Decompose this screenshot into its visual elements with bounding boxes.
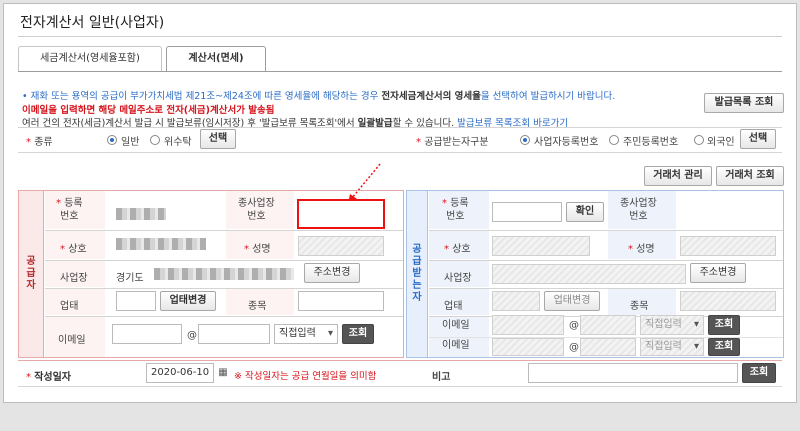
receiver-email1-domain-select[interactable]: 직접입력 xyxy=(640,315,704,335)
supplier-email-domain-select[interactable]: 직접입력 xyxy=(274,324,338,344)
receiver-regno-input[interactable] xyxy=(492,202,562,222)
supplier-business-label: 업태 xyxy=(60,301,79,312)
row-divider xyxy=(18,386,782,387)
receiver-radio-foreigner[interactable] xyxy=(694,135,704,145)
receiver-radio-business[interactable] xyxy=(520,135,530,145)
receiver-item-input[interactable] xyxy=(680,291,776,311)
remark-search-button[interactable]: 조회 xyxy=(742,363,776,383)
receiver-email1-search-button[interactable]: 조회 xyxy=(708,315,740,335)
row-divider xyxy=(18,127,782,128)
receiver-name-label: * 성명 xyxy=(628,244,655,255)
client-search-button[interactable]: 거래처 조회 xyxy=(716,166,784,186)
tab-divider xyxy=(18,71,782,72)
issue-list-button[interactable]: 발급목록 조회 xyxy=(704,93,784,113)
receiver-branch-label: 종사업장 번호 xyxy=(620,198,657,222)
receiver-item-label: 종목 xyxy=(630,301,649,312)
receiver-email1-id-input[interactable] xyxy=(492,315,564,335)
supplier-address-label: 사업장 xyxy=(60,273,88,284)
supplier-address-blur xyxy=(154,268,294,280)
type-select-button[interactable]: 선택 xyxy=(200,129,236,149)
supplier-company-value xyxy=(116,238,206,250)
supplier-branch-label: 종사업장 번호 xyxy=(238,198,275,222)
supplier-address-change-button[interactable]: 주소변경 xyxy=(304,263,360,283)
supplier-address-value: 경기도 xyxy=(116,273,144,284)
tab-invoice-exempt[interactable]: 계산서(면세) xyxy=(166,46,266,72)
receiver-business-input[interactable] xyxy=(492,291,540,311)
remark-label: 비고 xyxy=(432,372,451,383)
receiver-business-label: 업태 xyxy=(444,301,463,312)
supplier-company-label: * 상호 xyxy=(60,244,87,255)
highlight-box xyxy=(297,199,385,229)
receiver-email2-id-input[interactable] xyxy=(492,338,564,356)
supplier-email-id-input[interactable] xyxy=(112,324,182,344)
client-manage-button[interactable]: 거래처 관리 xyxy=(644,166,712,186)
type-radio-general[interactable] xyxy=(107,135,117,145)
supplier-item-label: 종목 xyxy=(248,301,267,312)
receiver-email1-domain-input[interactable] xyxy=(580,315,636,335)
row-divider xyxy=(18,360,782,361)
date-label: * 작성일자 xyxy=(26,372,71,383)
supplier-email-label: 이메일 xyxy=(58,335,86,346)
receiver-regno-label: * 등록 번호 xyxy=(442,198,469,222)
supplier-side-text: 공급자 xyxy=(26,256,36,291)
receiver-email-label-1: 이메일 xyxy=(442,320,470,331)
receiver-email-label-2: 이메일 xyxy=(442,340,470,351)
receiver-address-input[interactable] xyxy=(492,264,686,284)
supplier-email-at: @ xyxy=(187,330,197,341)
receiver-business-change-button[interactable]: 업태변경 xyxy=(544,291,600,311)
page-title: 전자계산서 일반(사업자) xyxy=(20,15,165,31)
main-frame: 전자계산서 일반(사업자) 세금계산서(영세율포함) 계산서(면세) • 재화 … xyxy=(3,3,797,403)
date-note: ※ 작성일자는 공급 연월일을 의미함 xyxy=(234,371,377,382)
notice-zero-rate: • 재화 또는 용역의 공급이 부가가치세법 제21조~제24조에 따른 영세율… xyxy=(22,91,616,102)
receiver-option-foreigner: 외국인 xyxy=(707,137,735,148)
supplier-email-domain-input[interactable] xyxy=(198,324,270,344)
date-input[interactable]: 2020-06-10 xyxy=(146,363,214,383)
supplier-regno-value xyxy=(116,208,166,220)
type-label: * 종류 xyxy=(26,137,53,148)
notice-email: 이메일을 입력하면 해당 메일주소로 전자(세금)계산서가 발송됨 xyxy=(22,105,275,116)
calendar-icon[interactable]: ▦ xyxy=(216,366,230,380)
receiver-email1-at: @ xyxy=(569,320,579,331)
supplier-item-input[interactable] xyxy=(298,291,384,311)
receiver-option-resident: 주민등록번호 xyxy=(623,137,679,148)
tab-tax-invoice[interactable]: 세금계산서(영세율포함) xyxy=(18,46,162,72)
receiver-email2-domain-input[interactable] xyxy=(580,338,636,356)
receiver-side-text: 공급받는자 xyxy=(412,244,422,303)
receiver-select-button[interactable]: 선택 xyxy=(740,129,776,149)
type-option-general: 일반 xyxy=(121,137,140,148)
type-option-consign: 위수탁 xyxy=(164,137,192,148)
title-divider xyxy=(18,36,782,37)
type-radio-consign[interactable] xyxy=(150,135,160,145)
supplier-email-search-button[interactable]: 조회 xyxy=(342,324,374,344)
receiver-email2-domain-select[interactable]: 직접입력 xyxy=(640,338,704,356)
receiver-type-label: * 공급받는자구분 xyxy=(416,137,489,148)
remark-input[interactable] xyxy=(528,363,738,383)
receiver-email2-search-button[interactable]: 조회 xyxy=(708,338,740,356)
receiver-company-input[interactable] xyxy=(492,236,590,256)
supplier-name-label: * 성명 xyxy=(244,244,271,255)
receiver-radio-resident[interactable] xyxy=(609,135,619,145)
supplier-regno-label: * 등록 번호 xyxy=(56,198,83,222)
receiver-address-change-button[interactable]: 주소변경 xyxy=(690,263,746,283)
supplier-business-input[interactable] xyxy=(116,291,156,311)
receiver-address-label: 사업장 xyxy=(444,273,472,284)
receiver-confirm-button[interactable]: 확인 xyxy=(566,202,604,222)
receiver-option-business: 사업자등록번호 xyxy=(534,137,599,148)
receiver-company-label: * 상호 xyxy=(444,244,471,255)
supplier-business-change-button[interactable]: 업태변경 xyxy=(160,291,216,311)
receiver-email2-at: @ xyxy=(569,342,579,353)
row-divider xyxy=(18,152,782,153)
receiver-name-input[interactable] xyxy=(680,236,776,256)
supplier-name-input[interactable] xyxy=(298,236,384,256)
